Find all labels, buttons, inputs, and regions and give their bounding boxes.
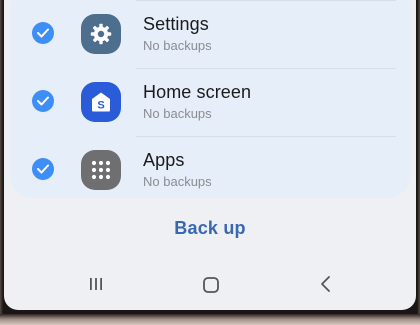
item-status: No backups [143, 174, 212, 189]
item-status: No backups [143, 38, 212, 53]
item-title: Apps [143, 150, 185, 170]
item-status: No backups [143, 106, 212, 121]
phone-screen: Settings No backups S Home screen No bac… [4, 0, 416, 310]
list-item-apps[interactable]: Apps No backups [10, 136, 410, 204]
back-up-button[interactable]: Back up [4, 218, 416, 239]
checkmark-icon [37, 164, 49, 174]
checkbox-checked[interactable] [32, 22, 54, 44]
recents-icon[interactable] [88, 276, 104, 297]
checkmark-icon [37, 28, 49, 38]
divider [136, 136, 396, 137]
checkbox-checked[interactable] [32, 158, 54, 180]
divider [136, 0, 396, 1]
navigation-bar [4, 268, 416, 300]
divider [136, 68, 396, 69]
home-icon[interactable] [202, 276, 220, 299]
backup-items-card: Settings No backups S Home screen No bac… [10, 0, 410, 198]
list-item-home-screen[interactable]: S Home screen No backups [10, 68, 410, 136]
apps-grid-icon [81, 150, 121, 190]
back-icon[interactable] [318, 275, 334, 298]
gear-icon [81, 14, 121, 54]
svg-text:S: S [97, 100, 104, 112]
device-bottom-edge [0, 314, 420, 325]
item-title: Home screen [143, 82, 252, 102]
checkbox-checked[interactable] [32, 90, 54, 112]
home-screen-icon: S [81, 82, 121, 122]
checkmark-icon [37, 96, 49, 106]
item-title: Settings [143, 14, 209, 34]
list-item-settings[interactable]: Settings No backups [10, 0, 410, 68]
